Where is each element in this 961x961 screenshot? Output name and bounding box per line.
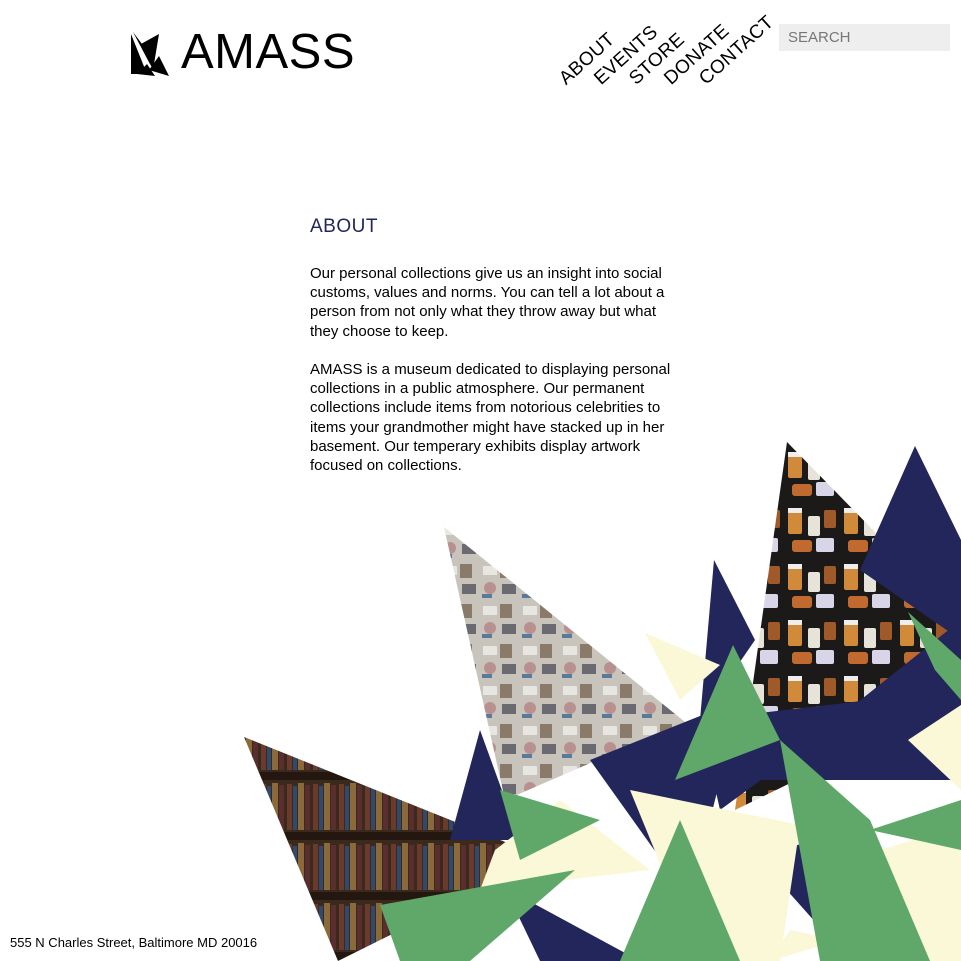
collage-artwork	[244, 442, 961, 961]
footer-address: 555 N Charles Street, Baltimore MD 20016	[10, 935, 258, 950]
